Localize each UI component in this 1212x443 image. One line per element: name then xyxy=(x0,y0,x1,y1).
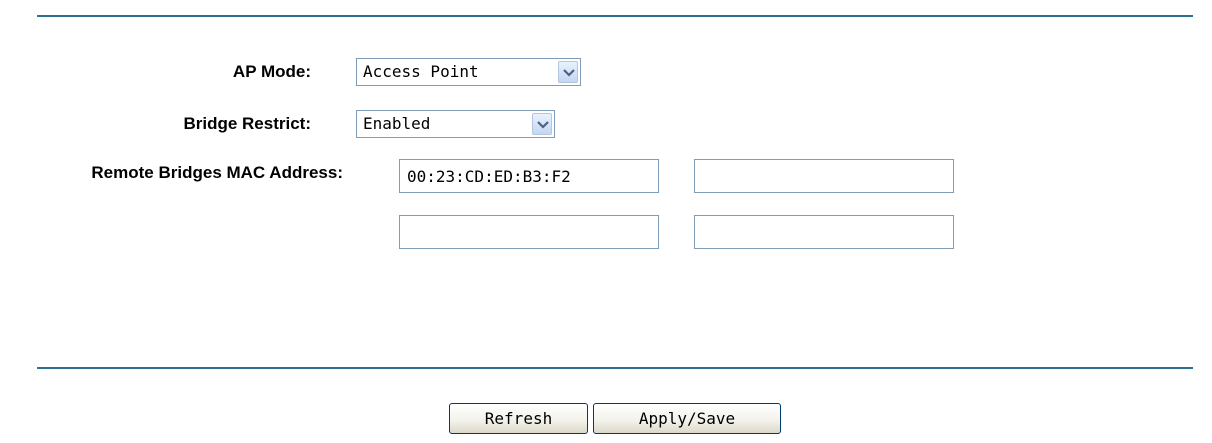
mac-address-field-1[interactable] xyxy=(399,159,659,193)
mac-address-field-3[interactable] xyxy=(399,215,659,249)
chevron-down-icon[interactable] xyxy=(532,113,552,135)
refresh-button[interactable]: Refresh xyxy=(449,403,588,434)
bridge-restrict-value: Enabled xyxy=(363,114,431,133)
remote-bridges-mac-label: Remote Bridges MAC Address: xyxy=(91,163,343,182)
ap-mode-value: Access Point xyxy=(363,62,479,81)
mac-address-field-2[interactable] xyxy=(694,159,954,193)
bridge-restrict-select[interactable]: Enabled xyxy=(356,110,555,138)
chevron-down-icon[interactable] xyxy=(558,61,578,83)
bottom-divider xyxy=(37,367,1193,369)
ap-mode-label: AP Mode: xyxy=(232,62,311,81)
bridge-restrict-label: Bridge Restrict: xyxy=(183,114,311,133)
apply-save-button[interactable]: Apply/Save xyxy=(593,403,781,434)
top-divider xyxy=(37,15,1193,17)
ap-mode-select[interactable]: Access Point xyxy=(356,58,581,86)
mac-address-field-4[interactable] xyxy=(694,215,954,249)
